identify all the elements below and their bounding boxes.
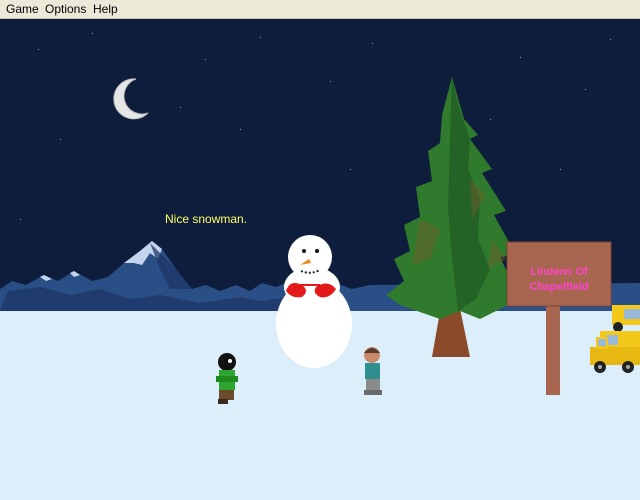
dialog-text: Nice snowman. [165, 212, 248, 226]
menu-help[interactable]: Help [91, 2, 120, 16]
menu-bar: Game Options Help [0, 0, 640, 19]
sign-text: Lindens Of Chapelfield [529, 266, 589, 293]
game-scene[interactable]: Nice snowman. Lindens Of Chapelfield [0, 19, 640, 500]
menu-game[interactable]: Game [4, 2, 41, 16]
npc-character[interactable] [364, 347, 382, 395]
menu-options[interactable]: Options [43, 2, 88, 16]
scene-canvas [0, 19, 640, 500]
